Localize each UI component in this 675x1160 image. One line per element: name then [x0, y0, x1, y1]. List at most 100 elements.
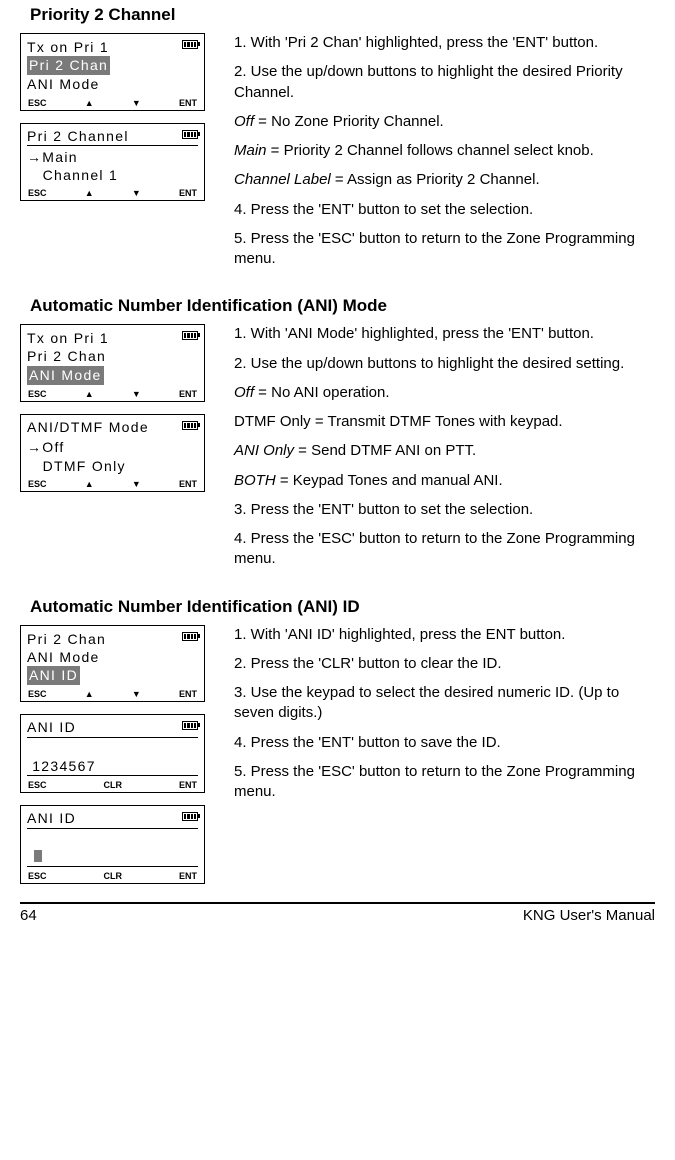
lcd-line: ANI Mode: [27, 648, 198, 666]
softkey-esc: ESC: [28, 689, 47, 699]
section-heading-ani-mode: Automatic Number Identification (ANI) Mo…: [30, 296, 655, 316]
lcd-screen: ANI ID ESC CLR ENT: [20, 805, 205, 884]
instruction-step: 4. Press the 'ESC' button to return to t…: [234, 529, 655, 570]
lcd-softkeys: ESC ▲ ▼ ENT: [27, 188, 198, 198]
instruction-step: 2. Use the up/down buttons to highlight …: [234, 354, 655, 374]
instruction-step: 3. Press the 'ENT' button to set the sel…: [234, 500, 655, 520]
lcd-line: Pri 2 Chan: [27, 630, 198, 648]
lcd-line: ANI Mode: [27, 75, 198, 93]
softkey-ent: ENT: [179, 689, 197, 699]
lcd-line: DTMF Only: [27, 457, 198, 475]
lcd-line-title: ANI ID: [27, 719, 198, 738]
softkey-esc: ESC: [28, 780, 47, 790]
instruction-step: 2. Press the 'CLR' button to clear the I…: [234, 654, 655, 674]
instruction-option: Off = No ANI operation.: [234, 383, 655, 403]
battery-icon: [182, 40, 198, 49]
page-footer: 64 KNG User's Manual: [20, 902, 655, 924]
instruction-step: 2. Use the up/down buttons to highlight …: [234, 62, 655, 103]
instruction-option: Off = No Zone Priority Channel.: [234, 112, 655, 132]
softkey-ent: ENT: [179, 780, 197, 790]
instruction-step: 3. Use the keypad to select the desired …: [234, 683, 655, 724]
lcd-line-highlighted: ANI Mode: [27, 366, 104, 385]
softkey-up: ▲: [85, 389, 94, 399]
lcd-line: Pri 2 Chan: [27, 347, 198, 365]
softkey-ent: ENT: [179, 871, 197, 881]
softkey-down: ▼: [132, 689, 141, 699]
softkey-clr: CLR: [104, 871, 123, 881]
softkey-esc: ESC: [28, 188, 47, 198]
instruction-option: Main = Priority 2 Channel follows channe…: [234, 141, 655, 161]
lcd-column: Tx on Pri 1 Pri 2 Chan ANI Mode ESC ▲ ▼ …: [20, 33, 220, 201]
lcd-screen: ANI/DTMF Mode →Off DTMF Only ESC ▲ ▼ ENT: [20, 414, 205, 492]
section-ani-id: Pri 2 Chan ANI Mode ANI ID ESC ▲ ▼ ENT A…: [20, 625, 655, 885]
softkey-up: ▲: [85, 188, 94, 198]
softkey-down: ▼: [132, 479, 141, 489]
softkey-esc: ESC: [28, 479, 47, 489]
softkey-up: ▲: [85, 98, 94, 108]
battery-icon: [182, 331, 198, 340]
page-number: 64: [20, 907, 37, 924]
softkey-clr: CLR: [104, 780, 123, 790]
lcd-line: →Main: [27, 148, 198, 166]
softkey-down: ▼: [132, 98, 141, 108]
lcd-line-title: ANI ID: [27, 810, 198, 829]
instruction-option: BOTH = Keypad Tones and manual ANI.: [234, 471, 655, 491]
softkey-esc: ESC: [28, 98, 47, 108]
lcd-line-cursor: [27, 849, 198, 868]
softkey-up: ▲: [85, 689, 94, 699]
lcd-line: →Off: [27, 438, 198, 456]
lcd-softkeys: ESC CLR ENT: [27, 871, 198, 881]
lcd-line: Tx on Pri 1: [27, 38, 198, 56]
softkey-ent: ENT: [179, 98, 197, 108]
softkey-down: ▼: [132, 188, 141, 198]
lcd-screen: Tx on Pri 1 Pri 2 Chan ANI Mode ESC ▲ ▼ …: [20, 33, 205, 111]
lcd-softkeys: ESC ▲ ▼ ENT: [27, 389, 198, 399]
instruction-option: Channel Label = Assign as Priority 2 Cha…: [234, 170, 655, 190]
instruction-option: DTMF Only = Transmit DTMF Tones with key…: [234, 412, 655, 432]
softkey-ent: ENT: [179, 188, 197, 198]
lcd-column: Pri 2 Chan ANI Mode ANI ID ESC ▲ ▼ ENT A…: [20, 625, 220, 885]
lcd-softkeys: ESC CLR ENT: [27, 780, 198, 790]
manual-title: KNG User's Manual: [523, 907, 655, 924]
softkey-ent: ENT: [179, 479, 197, 489]
softkey-esc: ESC: [28, 389, 47, 399]
lcd-softkeys: ESC ▲ ▼ ENT: [27, 689, 198, 699]
lcd-line-value: 1234567: [27, 758, 198, 777]
section-heading-priority: Priority 2 Channel: [30, 5, 655, 25]
lcd-line-blank: [27, 740, 198, 758]
lcd-column: Tx on Pri 1 Pri 2 Chan ANI Mode ESC ▲ ▼ …: [20, 324, 220, 491]
instruction-step: 5. Press the 'ESC' button to return to t…: [234, 762, 655, 803]
battery-icon: [182, 632, 198, 641]
instruction-step: 1. With 'ANI ID' highlighted, press the …: [234, 625, 655, 645]
instruction-step: 5. Press the 'ESC' button to return to t…: [234, 229, 655, 270]
section-heading-ani-id: Automatic Number Identification (ANI) ID: [30, 597, 655, 617]
section-priority: Tx on Pri 1 Pri 2 Chan ANI Mode ESC ▲ ▼ …: [20, 33, 655, 278]
cursor-icon: [34, 850, 42, 862]
softkey-up: ▲: [85, 479, 94, 489]
lcd-line-title: Pri 2 Channel: [27, 128, 198, 147]
lcd-softkeys: ESC ▲ ▼ ENT: [27, 479, 198, 489]
lcd-screen: Tx on Pri 1 Pri 2 Chan ANI Mode ESC ▲ ▼ …: [20, 324, 205, 402]
lcd-screen: Pri 2 Channel →Main Channel 1 ESC ▲ ▼ EN…: [20, 123, 205, 202]
lcd-screen: Pri 2 Chan ANI Mode ANI ID ESC ▲ ▼ ENT: [20, 625, 205, 703]
instruction-step: 4. Press the 'ENT' button to save the ID…: [234, 733, 655, 753]
text-column: 1. With 'ANI ID' highlighted, press the …: [220, 625, 655, 812]
section-ani-mode: Tx on Pri 1 Pri 2 Chan ANI Mode ESC ▲ ▼ …: [20, 324, 655, 578]
lcd-line-highlighted: Pri 2 Chan: [27, 56, 110, 75]
softkey-esc: ESC: [28, 871, 47, 881]
text-column: 1. With 'ANI Mode' highlighted, press th…: [220, 324, 655, 578]
lcd-line: Channel 1: [27, 166, 198, 184]
lcd-line: Tx on Pri 1: [27, 329, 198, 347]
instruction-option: ANI Only = Send DTMF ANI on PTT.: [234, 441, 655, 461]
instruction-step: 1. With 'ANI Mode' highlighted, press th…: [234, 324, 655, 344]
lcd-line-highlighted: ANI ID: [27, 666, 80, 685]
text-column: 1. With 'Pri 2 Chan' highlighted, press …: [220, 33, 655, 278]
softkey-down: ▼: [132, 389, 141, 399]
softkey-ent: ENT: [179, 389, 197, 399]
lcd-line-blank: [27, 831, 198, 849]
lcd-softkeys: ESC ▲ ▼ ENT: [27, 98, 198, 108]
lcd-screen: ANI ID 1234567 ESC CLR ENT: [20, 714, 205, 793]
instruction-step: 4. Press the 'ENT' button to set the sel…: [234, 200, 655, 220]
lcd-line-title: ANI/DTMF Mode: [27, 419, 198, 437]
instruction-step: 1. With 'Pri 2 Chan' highlighted, press …: [234, 33, 655, 53]
